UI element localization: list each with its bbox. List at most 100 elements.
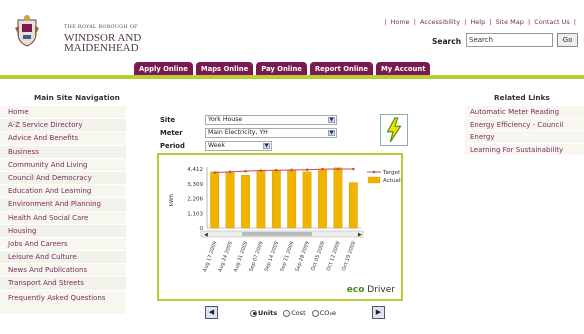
left-nav-item[interactable]: Frequently Asked Questions — [0, 290, 126, 315]
units-selector: Units Cost CO₂e — [246, 309, 336, 317]
related-link[interactable]: Energy Efficiency - Council — [465, 118, 584, 131]
actuals-bar — [271, 170, 281, 229]
top-link-help[interactable]: Help — [470, 18, 485, 26]
x-tick-label: Sep 14 2009 — [264, 241, 280, 273]
left-nav-item[interactable]: Community And Living — [0, 158, 126, 172]
chevron-down-icon: ▼ — [328, 117, 335, 123]
site-select-value: York House — [208, 116, 243, 123]
x-tick-label: Sep 07 2009 — [248, 241, 264, 273]
left-nav-item[interactable]: Health And Social Care — [0, 211, 126, 225]
energy-chart: 4,4123,3092,2061,1030kWhTargetActuals◀▶A… — [157, 153, 403, 301]
left-nav-title: Main Site Navigation — [34, 93, 120, 102]
scroll-left-arrow: ◀ — [204, 232, 208, 238]
energy-lightning-icon[interactable] — [380, 114, 408, 146]
top-link-site-map[interactable]: Site Map — [496, 18, 524, 26]
y-tick-label: 3,309 — [187, 182, 203, 188]
target-point — [275, 168, 278, 172]
target-line — [214, 168, 354, 174]
scroll-right-arrow: ▶ — [358, 232, 362, 238]
legend-target-label: Target — [382, 170, 401, 176]
legend-target-marker — [372, 170, 376, 174]
left-nav-item[interactable]: Transport And Streets — [0, 277, 126, 291]
left-nav-item[interactable]: Jobs And Careers — [0, 237, 126, 252]
actuals-bar — [333, 167, 343, 229]
related-links-title: Related Links — [494, 93, 550, 102]
period-select-value: Week — [208, 142, 225, 149]
chevron-down-icon: ▼ — [263, 143, 270, 149]
energy-chart-svg: 4,4123,3092,2061,1030kWhTargetActuals◀▶A… — [169, 167, 401, 273]
left-nav-item[interactable]: News And Publications — [0, 264, 126, 278]
actuals-bar — [287, 170, 297, 229]
actuals-bar — [348, 182, 358, 229]
x-tick-label: Aug 17 2009 — [202, 241, 219, 273]
y-tick-label: 2,206 — [187, 197, 203, 203]
x-tick-label: Sep 28 2009 — [294, 241, 310, 273]
lightning-icon — [386, 117, 402, 143]
search-label: Search — [432, 37, 462, 46]
actuals-bar — [241, 175, 250, 229]
chevron-down-icon: ▼ — [328, 130, 335, 136]
tab-apply-online[interactable]: Apply Online — [134, 62, 193, 76]
left-nav-item[interactable]: Business — [0, 145, 126, 159]
top-link-home[interactable]: Home — [390, 18, 409, 26]
x-tick-label: Aug 24 2009 — [217, 241, 234, 273]
tab-report-online[interactable]: Report Online — [309, 62, 373, 76]
x-tick-label: Aug 31 2009 — [233, 241, 250, 273]
council-logo[interactable]: THE ROYAL BOROUGH OF WINDSOR AND MAIDENH… — [14, 14, 144, 54]
left-nav-item[interactable]: Home — [0, 106, 126, 120]
top-link-contact-us[interactable]: Contact Us — [534, 18, 570, 26]
tab-my-account[interactable]: My Account — [375, 62, 431, 76]
left-nav-item[interactable]: Leisure And Culture — [0, 251, 126, 265]
target-point — [213, 171, 216, 174]
left-nav-item[interactable]: A-Z Service Directory — [0, 119, 126, 133]
online-services-tabs: Apply Online Maps Online Pay Online Repo… — [134, 62, 431, 76]
tab-pay-online[interactable]: Pay Online — [256, 62, 307, 76]
chart-scrollbar-thumb — [242, 232, 312, 236]
left-nav: Home A-Z Service Directory Advice And Be… — [0, 106, 126, 315]
units-radio[interactable] — [250, 309, 257, 317]
target-point — [305, 168, 309, 171]
left-nav-item[interactable]: Housing — [0, 224, 126, 238]
actuals-bar — [318, 169, 327, 229]
actuals-bar — [225, 172, 235, 229]
target-point — [321, 167, 324, 171]
co2e-radio[interactable] — [311, 309, 319, 317]
related-links: Automatic Meter Reading Energy Efficienc… — [465, 106, 584, 156]
left-nav-item[interactable]: Environment And Planning — [0, 198, 126, 212]
meter-select-value: Main Electricity, YH — [208, 129, 268, 136]
logo-title-line2: MAIDENHEAD — [64, 42, 139, 54]
target-point — [244, 169, 247, 173]
top-links: | Home | Accessibility | Help | Site Map… — [384, 18, 576, 26]
search-input[interactable] — [466, 33, 553, 47]
eco-driver-logo: eco Driver — [346, 285, 395, 295]
left-nav-item[interactable]: Education And Learning — [0, 185, 126, 199]
site-select[interactable]: York House ▼ — [205, 115, 337, 125]
related-link[interactable]: Automatic Meter Reading — [465, 106, 584, 119]
related-link[interactable]: Learning For Sustainability — [465, 143, 584, 156]
target-point — [259, 169, 263, 172]
next-period-button[interactable]: ▶ — [372, 306, 385, 319]
legend-actuals-label: Actuals — [383, 178, 401, 184]
previous-period-button[interactable]: ◀ — [205, 306, 218, 319]
target-point — [290, 168, 293, 172]
meter-select[interactable]: Main Electricity, YH ▼ — [205, 128, 337, 138]
period-select[interactable]: Week ▼ — [205, 141, 272, 151]
crest-icon — [15, 15, 39, 47]
actuals-bar — [210, 171, 220, 229]
cost-radio[interactable] — [283, 309, 291, 317]
left-nav-item[interactable]: Advice And Benefits — [0, 132, 126, 146]
search-go-button[interactable]: Go — [557, 33, 578, 47]
actuals-bar — [302, 171, 312, 229]
related-link[interactable]: Energy — [465, 131, 584, 144]
nav-divider — [0, 75, 584, 79]
y-tick-label: 4,412 — [187, 167, 203, 173]
legend-actuals-swatch — [367, 176, 381, 184]
top-link-accessibility[interactable]: Accessibility — [420, 18, 460, 26]
tab-maps-online[interactable]: Maps Online — [195, 62, 254, 76]
x-tick-label: Sep 21 2009 — [279, 241, 295, 273]
site-label: Site — [160, 116, 176, 124]
target-point — [352, 167, 355, 171]
y-axis-label: kWh — [169, 193, 175, 206]
logo-subtitle: THE ROYAL BOROUGH OF — [64, 24, 138, 30]
left-nav-item[interactable]: Council And Democracy — [0, 171, 126, 186]
